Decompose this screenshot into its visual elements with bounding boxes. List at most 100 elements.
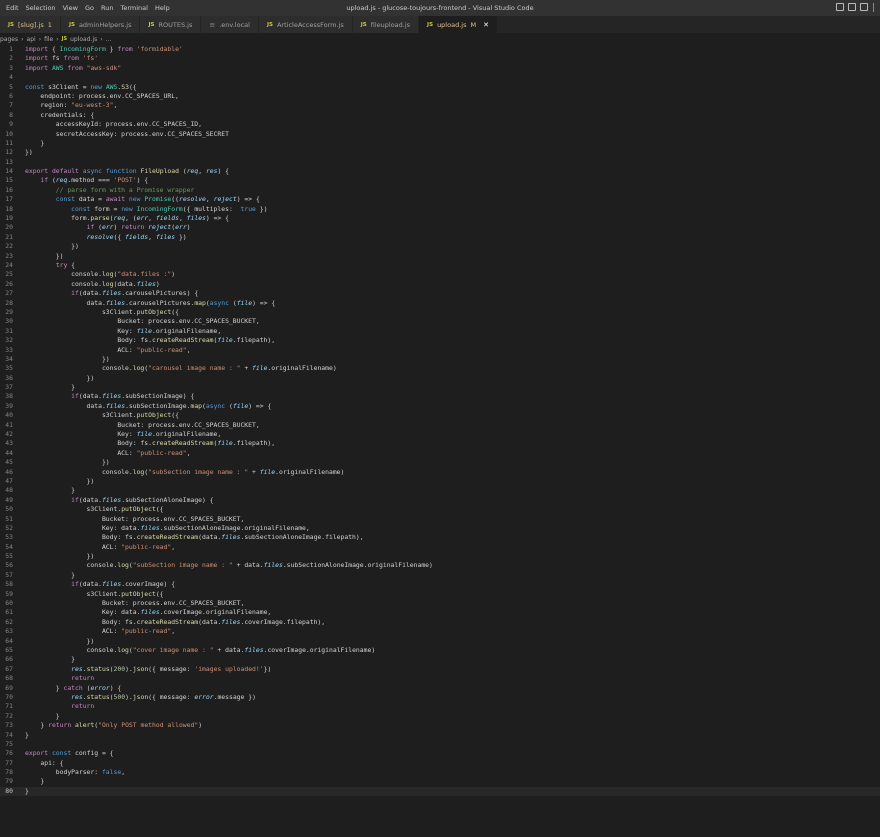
code-line[interactable]: 9 accessKeyId: process.env.CC_SPACES_ID, (0, 120, 880, 129)
tab-fileupload[interactable]: JS fileupload.js (352, 16, 420, 33)
tab-upload[interactable]: JS upload.js M ✕ (419, 16, 498, 33)
code-line[interactable]: 42 Key: file.originalFilename, (0, 430, 880, 439)
menu-help[interactable]: Help (155, 4, 170, 12)
code-line[interactable]: 47 }) (0, 477, 880, 486)
code-line[interactable]: 76 export const config = { (0, 749, 880, 758)
code-line[interactable]: 13 (0, 158, 880, 167)
breadcrumb-file[interactable]: file (44, 36, 53, 43)
code-line[interactable]: 8 credentials: { (0, 111, 880, 120)
code-line[interactable]: 51 Bucket: process.env.CC_SPACES_BUCKET, (0, 515, 880, 524)
code-line[interactable]: 79 } (0, 777, 880, 786)
code-line[interactable]: 35 console.log("carousel image name : " … (0, 364, 880, 373)
code-line[interactable]: 57 } (0, 571, 880, 580)
code-line[interactable]: 20 if (err) return reject(err) (0, 223, 880, 232)
code-line[interactable]: 69 } catch (error) { (0, 684, 880, 693)
code-line[interactable]: 31 Key: file.originalFilename, (0, 327, 880, 336)
code-line[interactable]: 70 res.status(500).json({ message: error… (0, 693, 880, 702)
code-line[interactable]: 72 } (0, 712, 880, 721)
code-line[interactable]: 37 } (0, 383, 880, 392)
code-line[interactable]: 29 s3Client.putObject({ (0, 308, 880, 317)
menu-terminal[interactable]: Terminal (120, 4, 147, 12)
code-line[interactable]: 24 try { (0, 261, 880, 270)
code-line[interactable]: 4 (0, 73, 880, 82)
code-line[interactable]: 39 data.files.subSectionImage.map(async … (0, 402, 880, 411)
code-line[interactable]: 68 return (0, 674, 880, 683)
code-line[interactable]: 71 return (0, 702, 880, 711)
code-line[interactable]: 38 if(data.files.subSectionImage) { (0, 392, 880, 401)
tab-routes[interactable]: JS ROUTES.js (140, 16, 202, 33)
code-line[interactable]: 17 const data = await new Promise((resol… (0, 195, 880, 204)
tab-env-local[interactable]: ≡ .env.local (201, 16, 259, 33)
close-icon[interactable]: ✕ (483, 21, 489, 29)
tab-admin-helpers[interactable]: JS adminHelpers.js (60, 16, 141, 33)
code-line[interactable]: 45 }) (0, 458, 880, 467)
code-line[interactable]: 54 ACL: "public-read", (0, 543, 880, 552)
code-line[interactable]: 26 console.log(data.files) (0, 280, 880, 289)
code-line[interactable]: 60 Bucket: process.env.CC_SPACES_BUCKET, (0, 599, 880, 608)
code-line[interactable]: 5 const s3Client = new AWS.S3({ (0, 83, 880, 92)
code-line[interactable]: 62 Body: fs.createReadStream(data.files.… (0, 618, 880, 627)
code-line[interactable]: 52 Key: data.files.subSectionAloneImage.… (0, 524, 880, 533)
code-line[interactable]: 53 Body: fs.createReadStream(data.files.… (0, 533, 880, 542)
code-line[interactable]: 46 console.log("subSection image name : … (0, 468, 880, 477)
code-line[interactable]: 2 import fs from 'fs' (0, 54, 880, 63)
code-line[interactable]: 65 console.log("cover image name : " + d… (0, 646, 880, 655)
code-line[interactable]: 63 ACL: "public-read", (0, 627, 880, 636)
code-line[interactable]: 15 if (req.method === 'POST') { (0, 176, 880, 185)
code-line[interactable]: 75 (0, 740, 880, 749)
code-line[interactable]: 18 const form = new IncomingForm({ multi… (0, 205, 880, 214)
code-line[interactable]: 3 import AWS from "aws-sdk" (0, 64, 880, 73)
menu-selection[interactable]: Selection (26, 4, 56, 12)
code-line[interactable]: 11 } (0, 139, 880, 148)
code-line[interactable]: 36 }) (0, 374, 880, 383)
menu-edit[interactable]: Edit (6, 4, 19, 12)
code-line[interactable]: 55 }) (0, 552, 880, 561)
code-line[interactable]: 23 }) (0, 252, 880, 261)
code-line[interactable]: 58 if(data.files.coverImage) { (0, 580, 880, 589)
code-line[interactable]: 48 } (0, 486, 880, 495)
code-line[interactable]: 49 if(data.files.subSectionAloneImage) { (0, 496, 880, 505)
code-line[interactable]: 14 export default async function FileUplo… (0, 167, 880, 176)
toggle-sidebar-icon[interactable] (836, 3, 844, 11)
toggle-panel-icon[interactable] (848, 3, 856, 11)
code-line[interactable]: 6 endpoint: process.env.CC_SPACES_URL, (0, 92, 880, 101)
code-line[interactable]: 40 s3Client.putObject({ (0, 411, 880, 420)
code-line[interactable]: 16 // parse form with a Promise wrapper (0, 186, 880, 195)
code-line[interactable]: 73 } return alert("Only POST method allo… (0, 721, 880, 730)
code-line[interactable]: 33 ACL: "public-read", (0, 346, 880, 355)
code-line[interactable]: 66 } (0, 655, 880, 664)
breadcrumb-upload-js[interactable]: upload.js (70, 36, 97, 43)
code-line[interactable]: 25 console.log("data.files :") (0, 270, 880, 279)
code-line[interactable]: 1 import { IncomingForm } from 'formidabl… (0, 45, 880, 54)
menu-go[interactable]: Go (85, 4, 94, 12)
code-line[interactable]: 44 ACL: "public-read", (0, 449, 880, 458)
menu-view[interactable]: View (63, 4, 78, 12)
breadcrumb-pages[interactable]: pages (0, 36, 18, 43)
breadcrumb-api[interactable]: api (27, 36, 36, 43)
code-line[interactable]: 21 resolve({ fields, files }) (0, 233, 880, 242)
code-line[interactable]: 74} (0, 731, 880, 740)
code-line[interactable]: 43 Body: fs.createReadStream(file.filepa… (0, 439, 880, 448)
code-line[interactable]: 78 bodyParser: false, (0, 768, 880, 777)
code-line[interactable]: 77 api: { (0, 759, 880, 768)
menu-run[interactable]: Run (101, 4, 113, 12)
toggle-secondary-sidebar-icon[interactable] (860, 3, 868, 11)
code-line[interactable]: 19 form.parse(req, (err, fields, files) … (0, 214, 880, 223)
code-line[interactable]: 41 Bucket: process.env.CC_SPACES_BUCKET, (0, 421, 880, 430)
tab-slug[interactable]: JS [slug].js 1 (0, 16, 61, 33)
tab-article-access-form[interactable]: JS ArticleAccessForm.js (258, 16, 353, 33)
code-line[interactable]: 28 data.files.carouselPictures.map(async… (0, 299, 880, 308)
code-line[interactable]: 67 res.status(200).json({ message: 'imag… (0, 665, 880, 674)
breadcrumb-symbols[interactable]: ... (106, 36, 112, 43)
code-line[interactable]: 12}) (0, 148, 880, 157)
code-line[interactable]: 34 }) (0, 355, 880, 364)
code-line[interactable]: 7 region: "eu-west-3", (0, 101, 880, 110)
code-line[interactable]: 10 secretAccessKey: process.env.CC_SPACE… (0, 130, 880, 139)
code-editor[interactable]: 1 import { IncomingForm } from 'formidabl… (0, 45, 880, 837)
code-line[interactable]: 61 Key: data.files.coverImage.originalFi… (0, 608, 880, 617)
code-line[interactable]: 32 Body: fs.createReadStream(file.filepa… (0, 336, 880, 345)
code-line[interactable]: 30 Bucket: process.env.CC_SPACES_BUCKET, (0, 317, 880, 326)
code-line[interactable]: 80} (0, 786, 880, 797)
code-line[interactable]: 27 if(data.files.carouselPictures) { (0, 289, 880, 298)
code-line[interactable]: 50 s3Client.putObject({ (0, 505, 880, 514)
